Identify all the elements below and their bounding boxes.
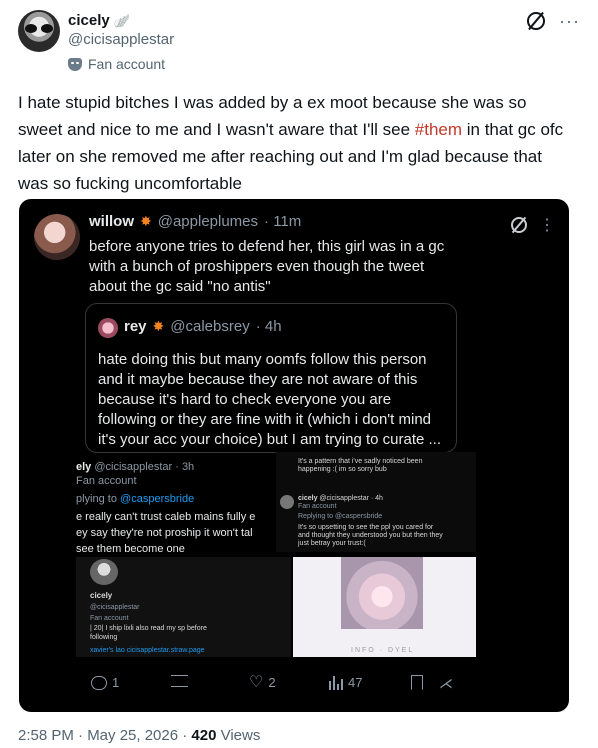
- tweet-timestamp[interactable]: 2:58 PM · May 25, 2026 ·: [18, 727, 191, 744]
- collage-right-replying-handle: @caspersbride: [334, 513, 383, 520]
- collage-left-replying: plying to @caspersbride: [76, 493, 194, 505]
- collage-right-handle: @cicisapplestar · 4h: [319, 495, 383, 502]
- embedded-like: ♡ 2: [249, 673, 276, 691]
- collage-artwork-label: INFO · DYEL: [351, 647, 415, 654]
- collage-right-avatar: [280, 495, 294, 509]
- share-icon: ⋌: [439, 675, 453, 691]
- quoted-text: hate doing this but many oomfs follow th…: [98, 351, 442, 448]
- quoted-tweet: rey ✸ @calebsrey · 4h hate doing this bu…: [85, 303, 457, 453]
- fan-account-label: Fan account: [68, 56, 165, 72]
- embedded-text: before anyone tries to defend her, this …: [89, 238, 445, 295]
- tweet-actions: ···: [527, 12, 580, 30]
- retweet-icon: [171, 675, 188, 687]
- embedded-view-count: 47: [348, 675, 363, 690]
- collage-left-replying-text: plying to: [76, 493, 117, 505]
- embedded-action-bar: 1 ♡ 2 47 ⋌: [19, 667, 569, 703]
- author-handle[interactable]: @cicisapplestar: [68, 31, 174, 48]
- heart-icon: ♡: [249, 673, 264, 691]
- author-name[interactable]: cicely: [68, 12, 110, 29]
- embedded-reply-count: 1: [112, 675, 120, 690]
- collage-right-line: It's so upsetting to see the ppl you car…: [298, 524, 434, 531]
- collage-left-line: e really can't trust caleb mains fully e: [76, 511, 256, 523]
- tweet-header: cicely 🪽 @cicisapplestar Fan account ···: [18, 10, 580, 74]
- collage-right-replying-text: Replying to: [298, 513, 334, 520]
- collage-left-line: ey say they're not proship it won't tal: [76, 527, 253, 539]
- embedded-share: ⋌: [439, 675, 453, 692]
- author-name-row: cicely 🪽: [68, 12, 130, 29]
- collage-right-name: cicely: [298, 495, 318, 502]
- collage-left-handle: @cicisapplestar · 3h: [94, 461, 195, 473]
- views-icon: [329, 675, 343, 690]
- collage-right-line: and thought they understood you but then…: [298, 532, 443, 539]
- collage-left-replying-handle: @caspersbride: [120, 493, 195, 505]
- embedded-screenshot[interactable]: willow ✸ @appleplumes · 11m ⋮ before any…: [19, 199, 569, 712]
- image-collage: ely @cicisapplestar · 3h Fan account ply…: [76, 452, 476, 657]
- sunglasses-graphic: [25, 24, 53, 33]
- embedded-handle: @appleplumes: [157, 213, 259, 230]
- quoted-handle: @calebsrey: [170, 318, 250, 335]
- collage-right-line: just betray your trust:(: [298, 540, 366, 547]
- collage-right-line: happening :( im so sorry bub: [298, 466, 387, 473]
- grok-icon: [511, 217, 527, 233]
- reply-icon: [91, 675, 107, 690]
- collage-bottom-left-panel: cicely @cicisapplestar Fan account | 20|…: [76, 557, 291, 657]
- tweet-footer: 2:58 PM · May 25, 2026 · 420 Views: [18, 727, 260, 744]
- embedded-name: willow: [89, 213, 134, 230]
- collage-bottom-label: Fan account: [90, 615, 129, 622]
- collage-right-name-row: cicely @cicisapplestar · 4h: [298, 495, 383, 503]
- embedded-bookmark: [411, 675, 423, 690]
- collage-left-line: see them become one: [76, 543, 185, 555]
- collage-left-name: ely: [76, 461, 92, 473]
- grok-icon[interactable]: [527, 12, 546, 30]
- bookmark-icon: [411, 675, 423, 690]
- tweet-text: I hate stupid bitches I was added by a e…: [18, 89, 574, 197]
- avatar[interactable]: [18, 10, 60, 52]
- collage-bottom-handle: @cicisapplestar: [90, 604, 140, 611]
- more-icon[interactable]: ···: [559, 12, 580, 30]
- view-count: 420: [191, 727, 217, 744]
- collage-left-label: Fan account: [76, 475, 137, 487]
- embedded-time: · 11m: [264, 213, 302, 230]
- quoted-time: · 4h: [255, 318, 282, 335]
- fan-account-text: Fan account: [88, 56, 166, 72]
- collage-right-line: It's a pattern that i've sadly noticed b…: [298, 458, 423, 465]
- sparkle-icon: ✸: [152, 318, 165, 334]
- embedded-views: 47: [329, 675, 362, 690]
- hashtag-link[interactable]: #them: [415, 120, 462, 139]
- collage-bottom-link: xavier's lao cicisapplestar.straw.page: [90, 647, 205, 654]
- embedded-retweet: [171, 675, 188, 687]
- sparkle-icon: ✸: [140, 213, 152, 229]
- embedded-actions: ⋮: [511, 215, 555, 235]
- collage-artwork: [341, 557, 423, 629]
- collage-bottom-name: cicely: [90, 591, 113, 600]
- collage-bottom-bio: | 20| I ship lixli also read my sp befor…: [90, 625, 207, 632]
- embedded-name-row: willow ✸ @appleplumes · 11m: [89, 213, 301, 230]
- mask-icon: [68, 57, 82, 71]
- collage-bottom-right-panel: INFO · DYEL: [293, 557, 476, 657]
- collage-left-name-row: ely @cicisapplestar · 3h: [76, 461, 194, 473]
- more-icon: ⋮: [539, 217, 555, 234]
- collage-right-replying: Replying to @caspersbride: [298, 513, 382, 521]
- quoted-name-row: rey ✸ @calebsrey · 4h: [124, 318, 282, 335]
- quoted-name: rey: [124, 318, 147, 335]
- collage-right-label: Fan account: [298, 503, 337, 510]
- collage-bottom-bio: following: [90, 634, 118, 641]
- collage-bottom-avatar: [90, 559, 118, 585]
- embedded-like-count: 2: [268, 675, 276, 690]
- collage-right-panel: It's a pattern that i've sadly noticed b…: [276, 452, 476, 552]
- embedded-reply: 1: [91, 675, 119, 690]
- embedded-avatar: [34, 214, 80, 260]
- quoted-avatar: [98, 318, 118, 338]
- views-label: Views: [216, 727, 261, 744]
- wing-icon: 🪽: [113, 12, 130, 28]
- collage-left-panel: ely @cicisapplestar · 3h Fan account ply…: [76, 457, 276, 557]
